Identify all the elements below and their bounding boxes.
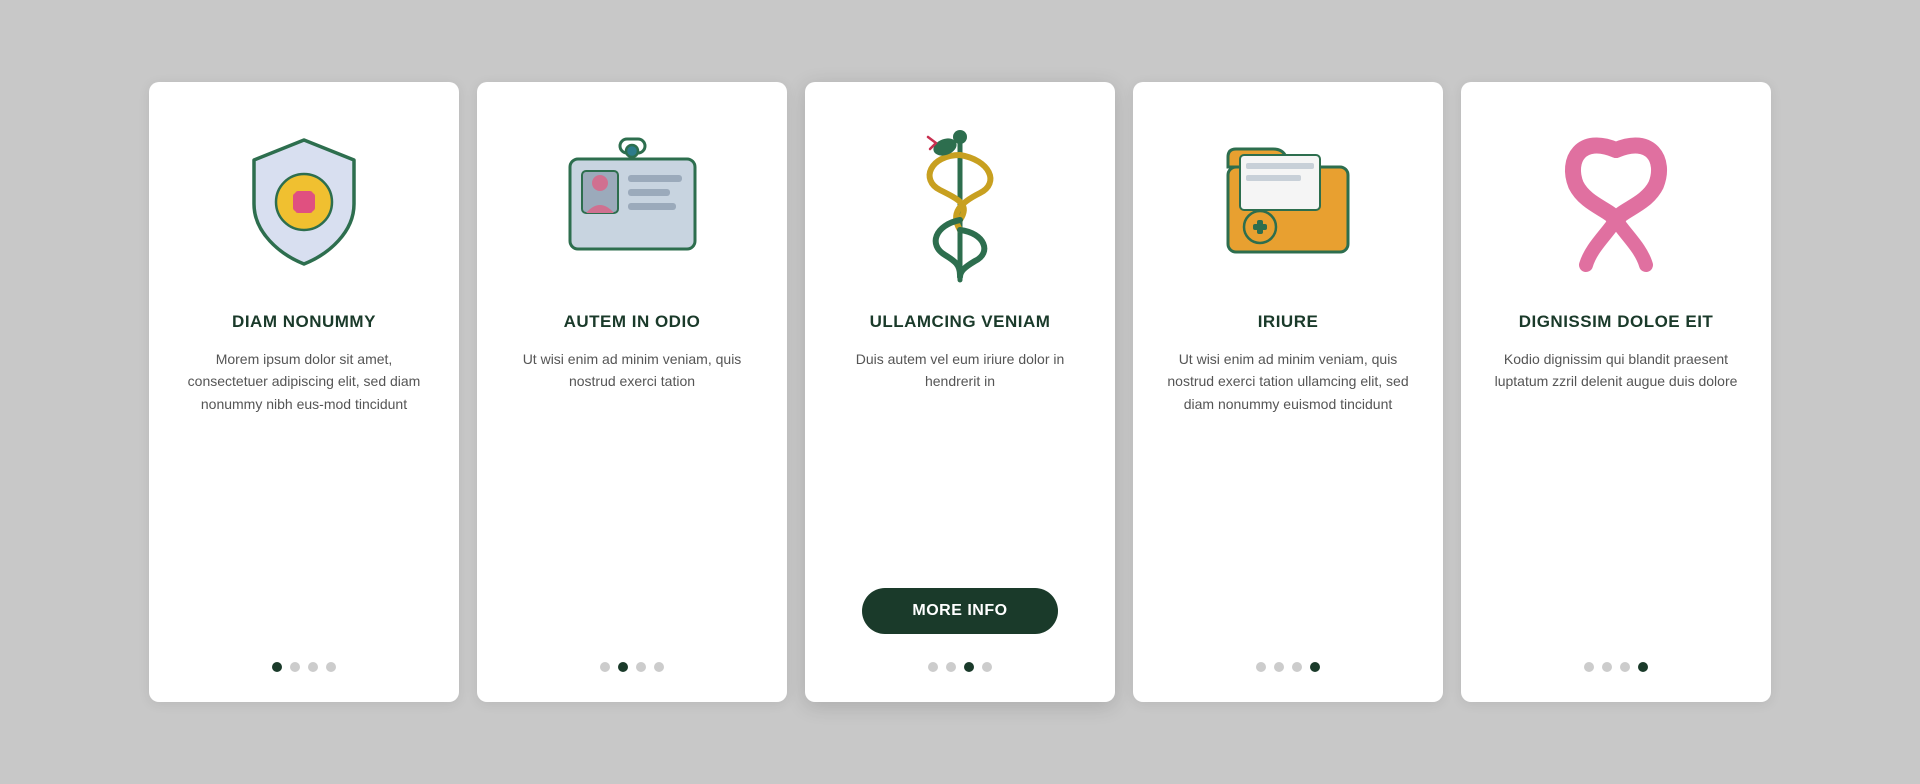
card-4-dots <box>1256 662 1320 672</box>
card-3-dots <box>928 662 992 672</box>
dot-active <box>618 662 628 672</box>
dot <box>946 662 956 672</box>
dot <box>1620 662 1630 672</box>
id-card-icon <box>552 122 712 282</box>
dot <box>982 662 992 672</box>
card-3-body: Duis autem vel eum iriure dolor in hendr… <box>833 348 1087 564</box>
card-2-body: Ut wisi enim ad minim veniam, quis nostr… <box>505 348 759 634</box>
card-5-title: DIGNISSIM DOLOE EIT <box>1519 312 1714 332</box>
medical-folder-icon <box>1208 122 1368 282</box>
caduceus-icon <box>880 122 1040 282</box>
card-1-body: Morem ipsum dolor sit amet, consectetuer… <box>177 348 431 634</box>
card-2-dots <box>600 662 664 672</box>
card-4-title: IRIURE <box>1258 312 1319 332</box>
dot <box>928 662 938 672</box>
dot <box>308 662 318 672</box>
dot <box>600 662 610 672</box>
dot <box>326 662 336 672</box>
dot <box>1256 662 1266 672</box>
shield-medical-icon <box>224 122 384 282</box>
dot <box>654 662 664 672</box>
dot-active <box>1638 662 1648 672</box>
dot-active <box>272 662 282 672</box>
dot <box>1292 662 1302 672</box>
dot <box>290 662 300 672</box>
ribbon-icon <box>1536 122 1696 282</box>
dot <box>636 662 646 672</box>
dot <box>1602 662 1612 672</box>
card-5: DIGNISSIM DOLOE EIT Kodio dignissim qui … <box>1461 82 1771 702</box>
card-4-body: Ut wisi enim ad minim veniam, quis nostr… <box>1161 348 1415 634</box>
card-2-title: AUTEM IN ODIO <box>564 312 701 332</box>
cards-container: DIAM NONUMMY Morem ipsum dolor sit amet,… <box>89 42 1831 742</box>
dot <box>1584 662 1594 672</box>
dot-active <box>1310 662 1320 672</box>
more-info-button[interactable]: MORE INFO <box>862 588 1057 634</box>
card-2: AUTEM IN ODIO Ut wisi enim ad minim veni… <box>477 82 787 702</box>
card-3-title: ULLAMCING VENIAM <box>870 312 1051 332</box>
card-1: DIAM NONUMMY Morem ipsum dolor sit amet,… <box>149 82 459 702</box>
card-1-title: DIAM NONUMMY <box>232 312 376 332</box>
card-5-dots <box>1584 662 1648 672</box>
card-5-body: Kodio dignissim qui blandit praesent lup… <box>1489 348 1743 634</box>
card-3: ULLAMCING VENIAM Duis autem vel eum iriu… <box>805 82 1115 702</box>
card-4: IRIURE Ut wisi enim ad minim veniam, qui… <box>1133 82 1443 702</box>
dot-active <box>964 662 974 672</box>
card-1-dots <box>272 662 336 672</box>
dot <box>1274 662 1284 672</box>
